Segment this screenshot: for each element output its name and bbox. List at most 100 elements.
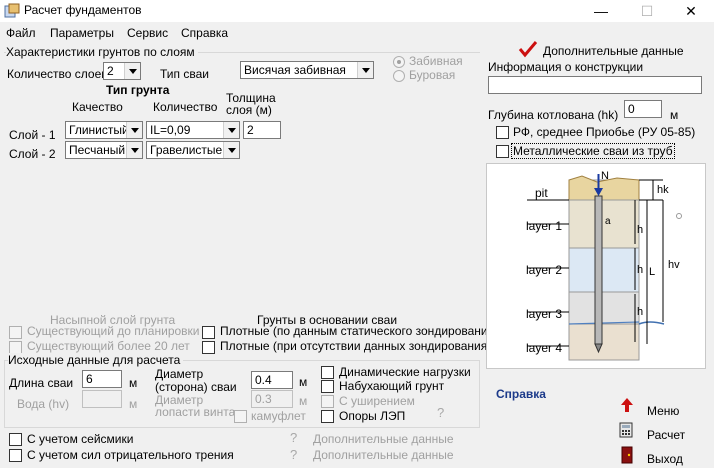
seismic-extra-label[interactable]: Дополнительные данные bbox=[313, 432, 454, 446]
app-icon bbox=[4, 3, 20, 18]
radio-driven[interactable] bbox=[393, 56, 405, 68]
layer-2-quantity-select[interactable]: Гравелистые bbox=[146, 141, 240, 159]
rf-checkbox[interactable] bbox=[496, 126, 509, 139]
diagram-pit-label: pit bbox=[535, 186, 548, 200]
dynamic-label: Динамические нагрузки bbox=[339, 365, 471, 379]
diagram-h2-label: h bbox=[637, 264, 644, 276]
base-opt1-checkbox[interactable] bbox=[202, 326, 215, 339]
col-quality: Качество bbox=[72, 100, 123, 114]
pit-depth-unit: м bbox=[670, 108, 679, 122]
dynamic-checkbox[interactable] bbox=[321, 366, 334, 379]
minimize-button[interactable]: — bbox=[578, 0, 624, 22]
negative-friction-checkbox[interactable] bbox=[9, 449, 22, 462]
swelling-checkbox[interactable] bbox=[321, 380, 334, 393]
diagram-L-label: L bbox=[649, 266, 656, 278]
diagram-h1-label: h bbox=[637, 224, 644, 236]
seismic-checkbox[interactable] bbox=[9, 433, 22, 446]
chevron-down-icon bbox=[126, 142, 142, 158]
diagram-hk-label: hk bbox=[657, 184, 669, 196]
window-title: Расчет фундаментов bbox=[24, 3, 142, 17]
seismic-question-icon[interactable]: ? bbox=[290, 430, 297, 445]
soil-group-title: Характеристики грунтов по слоям bbox=[6, 45, 198, 59]
layer-2-label: Слой - 2 bbox=[9, 147, 56, 161]
chevron-down-icon bbox=[126, 122, 142, 138]
pit-depth-input[interactable]: 0 bbox=[624, 100, 662, 118]
metal-piles-checkbox[interactable] bbox=[496, 145, 509, 158]
diagram-a-label: a bbox=[605, 216, 611, 227]
chevron-down-icon bbox=[357, 62, 373, 78]
layers-count-select[interactable]: 2 bbox=[103, 62, 141, 80]
diagram-layer3-label: layer 3 bbox=[526, 307, 563, 321]
fill-opt2-label: Существующий более 20 лет bbox=[27, 339, 190, 353]
construction-info-input[interactable] bbox=[488, 76, 702, 94]
title-bar: Расчет фундаментов — ☐ ✕ bbox=[0, 0, 714, 22]
pile-type-label: Тип сваи bbox=[160, 67, 209, 81]
chevron-down-icon bbox=[124, 63, 140, 79]
construction-info-label: Информация о конструкции bbox=[488, 60, 644, 74]
diagram-layer4-label: layer 4 bbox=[526, 341, 563, 355]
swelling-label: Набухающий грунт bbox=[339, 379, 445, 393]
close-button[interactable]: ✕ bbox=[668, 0, 714, 22]
calculator-icon[interactable] bbox=[619, 422, 633, 438]
water-label: Вода (hv) bbox=[17, 397, 70, 411]
friction-extra-label[interactable]: Дополнительные данные bbox=[313, 448, 454, 462]
base-opt2-label: Плотные (при отсутствии данных зондирова… bbox=[220, 339, 492, 353]
fill-opt1-label: Существующий до планировки bbox=[27, 324, 200, 338]
checkmark-icon bbox=[518, 41, 538, 58]
layer-1-label: Слой - 1 bbox=[9, 128, 56, 142]
pile-length-label: Длина сваи bbox=[9, 376, 74, 390]
help-link[interactable]: Справка bbox=[496, 387, 546, 401]
fill-opt1-checkbox[interactable] bbox=[9, 326, 22, 339]
pile-length-input[interactable]: 6 bbox=[82, 370, 122, 388]
help-question-icon[interactable]: ? bbox=[437, 405, 444, 420]
menu-bar: Файл Параметры Сервис Справка bbox=[0, 24, 714, 42]
rf-label: РФ, среднее Приобье (РУ 05-85) bbox=[513, 125, 696, 139]
diameter-input[interactable]: 0.4 bbox=[251, 371, 293, 389]
widening-label: С уширением bbox=[339, 394, 415, 408]
extra-data-link[interactable]: Дополнительные данные bbox=[543, 44, 684, 58]
menu-parameters[interactable]: Параметры bbox=[50, 26, 114, 40]
negative-friction-label: С учетом сил отрицательного трения bbox=[27, 448, 234, 462]
pit-depth-label: Глубина котлована (hk) bbox=[488, 108, 619, 122]
diagram-N-label: N bbox=[601, 170, 609, 182]
widening-checkbox[interactable] bbox=[321, 395, 334, 408]
water-unit: м bbox=[129, 397, 138, 411]
friction-question-icon[interactable]: ? bbox=[290, 447, 297, 462]
camouflet-label: камуфлет bbox=[251, 409, 306, 423]
pile-length-unit: м bbox=[129, 376, 138, 390]
diameter-label-2: (сторона) сваи bbox=[155, 380, 237, 394]
base-opt2-checkbox[interactable] bbox=[202, 341, 215, 354]
diagram-layer1-label: layer 1 bbox=[526, 219, 563, 233]
layer-1-quality-select[interactable]: Глинистый bbox=[65, 121, 143, 139]
water-input[interactable] bbox=[82, 390, 122, 408]
menu-button[interactable]: Меню bbox=[647, 404, 679, 418]
maximize-button[interactable]: ☐ bbox=[624, 0, 670, 22]
power-line-checkbox[interactable] bbox=[321, 410, 334, 423]
menu-help[interactable]: Справка bbox=[181, 26, 228, 40]
radio-bored[interactable] bbox=[393, 70, 405, 82]
blade-input[interactable]: 0.3 bbox=[251, 390, 293, 408]
diameter-unit: м bbox=[299, 375, 308, 389]
calc-button[interactable]: Расчет bbox=[647, 428, 685, 442]
pile-type-select[interactable]: Висячая забивная bbox=[240, 61, 374, 79]
radio-bored-label: Буровая bbox=[409, 68, 456, 82]
base-opt1-label: Плотные (по данным статического зондиров… bbox=[220, 324, 499, 338]
exit-door-icon[interactable] bbox=[621, 446, 633, 464]
layer-2-quality-select[interactable]: Песчаный bbox=[65, 141, 143, 159]
diagram-h3-label: h bbox=[637, 306, 644, 318]
layer-1-thickness-input[interactable]: 2 bbox=[243, 121, 281, 139]
blade-unit: м bbox=[299, 394, 308, 408]
layers-count-label: Количество слоев bbox=[7, 67, 108, 81]
layer-1-quantity-select[interactable]: IL=0,09 bbox=[146, 121, 240, 139]
menu-service[interactable]: Сервис bbox=[127, 26, 168, 40]
blade-label-2: лопасти винта bbox=[155, 405, 236, 419]
arrow-up-icon[interactable] bbox=[620, 397, 634, 413]
metal-piles-label: Металлические сваи из труб bbox=[511, 143, 675, 159]
col-thickness: Толщина слоя (м) bbox=[226, 91, 276, 117]
chevron-down-icon bbox=[223, 142, 239, 158]
exit-button[interactable]: Выход bbox=[647, 452, 683, 466]
radio-driven-label: Забивная bbox=[409, 54, 463, 68]
power-line-label: Опоры ЛЭП bbox=[339, 409, 406, 423]
camouflet-checkbox[interactable] bbox=[234, 410, 247, 423]
menu-file[interactable]: Файл bbox=[6, 26, 36, 40]
